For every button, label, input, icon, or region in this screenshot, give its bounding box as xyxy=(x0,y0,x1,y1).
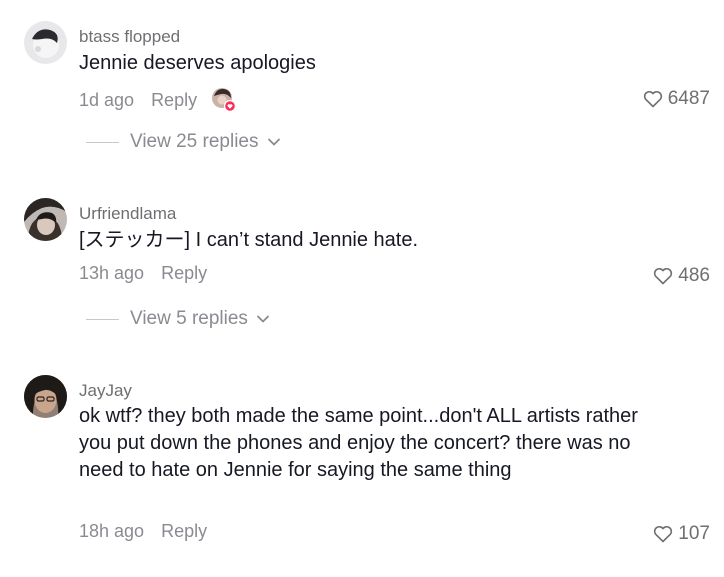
like-button[interactable]: 6487 xyxy=(643,88,710,110)
like-count: 107 xyxy=(678,523,710,544)
view-replies-label: View 25 replies xyxy=(130,131,259,152)
avatar[interactable] xyxy=(24,21,67,64)
comment-meta: 1d ago Reply xyxy=(79,87,237,113)
comment-text: ok wtf? they both made the same point...… xyxy=(79,405,638,481)
avatar[interactable] xyxy=(24,198,67,241)
comment-text: [ステッカー] I can’t stand Jennie hate. xyxy=(79,229,419,251)
view-replies-label: View 5 replies xyxy=(130,308,248,329)
comment-username[interactable]: Urfriendlama xyxy=(79,204,176,224)
comment-text: Jennie deserves apologies xyxy=(79,52,316,74)
chevron-down-icon xyxy=(257,315,269,323)
creator-liked-avatar-icon xyxy=(211,87,237,113)
heart-outline-icon xyxy=(643,90,662,108)
comment-meta: 13h ago Reply xyxy=(79,263,207,284)
like-count: 486 xyxy=(678,265,710,286)
avatar[interactable] xyxy=(24,375,67,418)
comment-timestamp: 1d ago xyxy=(79,89,135,110)
view-replies-button[interactable]: View 25 replies xyxy=(86,131,281,153)
comment-timestamp: 18h ago xyxy=(79,521,145,541)
heart-outline-icon xyxy=(654,525,673,543)
comment-username[interactable]: JayJay xyxy=(79,381,132,401)
comment-username[interactable]: btass flopped xyxy=(79,27,180,47)
replies-divider-line xyxy=(86,141,119,143)
reply-button[interactable]: Reply xyxy=(161,521,207,542)
reply-button[interactable]: Reply xyxy=(161,263,207,284)
replies-divider-line xyxy=(86,318,119,320)
chevron-down-icon xyxy=(267,138,280,146)
like-button[interactable]: 486 xyxy=(653,265,710,287)
view-replies-button[interactable]: View 5 replies xyxy=(86,308,270,330)
like-button[interactable]: 107 xyxy=(653,523,710,545)
like-count: 6487 xyxy=(667,88,710,109)
heart-outline-icon xyxy=(654,267,673,285)
comment-meta: 18h ago Reply xyxy=(79,521,207,542)
comment-timestamp: 13h ago xyxy=(79,263,145,283)
reply-button[interactable]: Reply xyxy=(151,90,197,111)
